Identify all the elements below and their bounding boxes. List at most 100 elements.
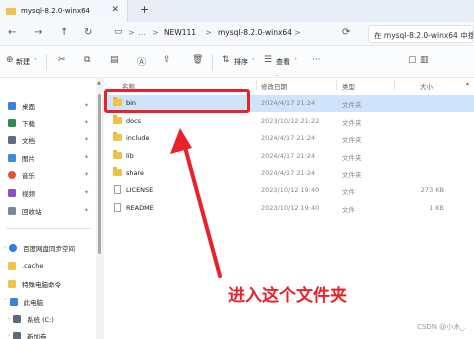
folder-icon — [6, 7, 16, 15]
chevron-down-icon[interactable]: ˅ — [34, 58, 37, 65]
file-date: 2024/4/17 21:24 — [261, 134, 316, 142]
toolbar-divider — [46, 54, 47, 70]
details-pane-icon[interactable]: ▥ — [420, 55, 429, 65]
new-icon[interactable]: ⊕ — [6, 55, 14, 65]
documents-icon — [8, 136, 16, 144]
file-date: 2024/4/17 21:24 — [261, 99, 316, 107]
pin-icon: ✦ — [84, 207, 90, 214]
file-icon — [114, 185, 121, 194]
chevron-right-icon[interactable]: › — [8, 316, 10, 322]
breadcrumb-new111[interactable]: NEW111 — [164, 28, 196, 37]
chevron-right-icon[interactable]: › — [8, 333, 10, 339]
sidebar-item-cache[interactable]: .cache — [8, 258, 43, 274]
close-tab-icon[interactable]: ✕ — [111, 5, 119, 15]
column-divider[interactable] — [256, 80, 257, 90]
column-divider[interactable] — [336, 80, 337, 90]
annotation-text: 进入这个文件夹 — [228, 286, 347, 306]
rename-icon[interactable]: Ⓐ — [137, 55, 146, 68]
scroll-up-icon[interactable]: ▲ — [97, 80, 101, 86]
file-date: 2023/10/12 19:40 — [261, 204, 320, 212]
sidebar-item-documents[interactable]: 文档 — [8, 132, 35, 148]
view-icon[interactable]: ☰ — [264, 55, 272, 65]
back-arrow-icon[interactable]: ← — [8, 27, 16, 38]
pin-icon: ✦ — [84, 171, 90, 178]
sort-button[interactable]: 排序 — [234, 57, 248, 67]
computer-icon: ▭ — [114, 27, 123, 37]
file-date: 2024/4/17 21:24 — [261, 152, 316, 160]
column-divider[interactable] — [394, 80, 395, 90]
sidebar-scroll-thumb[interactable] — [98, 94, 101, 254]
breadcrumb-separator: > — [294, 28, 301, 37]
file-name: lib — [126, 152, 134, 160]
breadcrumb-separator: > — [205, 28, 212, 37]
file-type: 文件夹 — [342, 171, 362, 179]
new-button[interactable]: 新建 — [16, 57, 30, 67]
sort-icon[interactable]: ⇅ — [222, 55, 230, 65]
folder-icon — [113, 115, 122, 124]
refresh-icon[interactable]: ⟳ — [342, 27, 350, 38]
column-header-size[interactable]: 大小 — [420, 81, 433, 91]
sidebar-item-drive-c[interactable]: › 系统 (C:) — [8, 311, 54, 327]
cut-icon[interactable]: ✂ — [58, 55, 66, 65]
chevron-down-icon[interactable]: ˅ — [294, 58, 297, 65]
copy-icon[interactable]: ⧉ — [84, 55, 90, 65]
pin-icon: ✦ — [84, 154, 90, 161]
file-type: 文件 — [342, 206, 355, 214]
pin-icon: ✦ — [84, 189, 90, 196]
preview-pane-icon[interactable]: ▢ — [408, 55, 417, 65]
sidebar-item-pictures[interactable]: 图片 — [8, 150, 35, 166]
navigation-bar: ← → ↑ ↻ ▭ > … > NEW111 > mysql-8.2.0-win… — [0, 22, 474, 46]
sidebar-item-downloads[interactable]: 下载 — [8, 115, 35, 131]
folder-icon — [113, 167, 122, 176]
file-date: 2023/10/12 19:40 — [261, 186, 320, 194]
column-header-date[interactable]: 修改日期 — [261, 81, 287, 91]
sidebar-item-this-pc[interactable]: ˅ 此电脑 — [4, 294, 43, 310]
breadcrumb-more[interactable]: … — [138, 28, 146, 37]
computer-icon — [9, 298, 18, 306]
file-name: docs — [126, 117, 142, 125]
sidebar-item-new-volume[interactable]: › 新加卷 — [8, 328, 47, 339]
pictures-icon — [8, 154, 16, 162]
new-tab-button[interactable]: + — [140, 3, 149, 16]
file-list-scrollbar[interactable]: ▴ — [464, 78, 474, 339]
paste-icon[interactable]: ▤ — [110, 55, 119, 65]
pin-icon: ✦ — [84, 136, 90, 143]
pin-icon: ✦ — [84, 119, 90, 126]
desktop-icon — [8, 102, 16, 110]
file-type: 文件夹 — [342, 101, 362, 109]
sidebar-item-desktop[interactable]: 桌面 — [8, 98, 35, 114]
videos-icon — [8, 189, 16, 197]
delete-icon[interactable]: 🗑 — [192, 55, 203, 65]
sidebar-item-recycle-bin[interactable]: 回收站 — [8, 203, 42, 219]
toolbar-divider — [212, 54, 213, 70]
scroll-up-icon[interactable]: ▴ — [466, 80, 469, 87]
file-name: include — [126, 134, 150, 142]
file-type: 文件夹 — [342, 119, 362, 127]
chevron-right-icon[interactable]: › — [4, 245, 6, 251]
chevron-down-icon[interactable]: ˅ — [4, 299, 7, 305]
folder-icon — [113, 132, 122, 141]
up-arrow-icon[interactable]: ↑ — [60, 27, 68, 38]
sidebar-item-music[interactable]: 音乐 — [8, 167, 35, 183]
file-name: README — [126, 204, 154, 212]
sidebar-item-baidu-sync[interactable]: › 百度网盘同步空间 — [4, 240, 75, 256]
share-icon[interactable]: ⇪ — [163, 55, 171, 65]
breadcrumb-mysql[interactable]: mysql-8.2.0-winx64 — [218, 28, 292, 37]
highlight-box — [104, 89, 250, 113]
column-header-type[interactable]: 类型 — [342, 81, 355, 91]
chevron-down-icon[interactable]: ˅ — [252, 58, 255, 65]
drive-icon — [13, 315, 21, 323]
command-bar: ⊕ 新建 ˅ ✂ ⧉ ▤ Ⓐ ⇪ 🗑 ⇅ 排序 ˅ ☰ 查看 ˅ ··· ▢ ▥ — [0, 46, 474, 78]
file-name: LICENSE — [126, 186, 154, 194]
file-icon — [114, 203, 121, 212]
sidebar-item-special-commands[interactable]: 特殊电脑命令 — [8, 276, 61, 292]
more-options-icon[interactable]: ··· — [312, 55, 321, 65]
search-input[interactable]: 在 mysql-8.2.0-winx64 中搜索 — [368, 25, 474, 43]
view-button[interactable]: 查看 — [276, 57, 290, 67]
forward-arrow-icon[interactable]: → — [34, 27, 42, 38]
file-type: 文件夹 — [342, 154, 362, 162]
refresh-icon[interactable]: ↻ — [84, 27, 92, 38]
file-size: 273 KB — [420, 186, 444, 194]
sidebar-item-videos[interactable]: 视频 — [8, 185, 35, 201]
tab-mysql[interactable]: mysql-8.2.0-winx64 ✕ — [0, 0, 128, 22]
